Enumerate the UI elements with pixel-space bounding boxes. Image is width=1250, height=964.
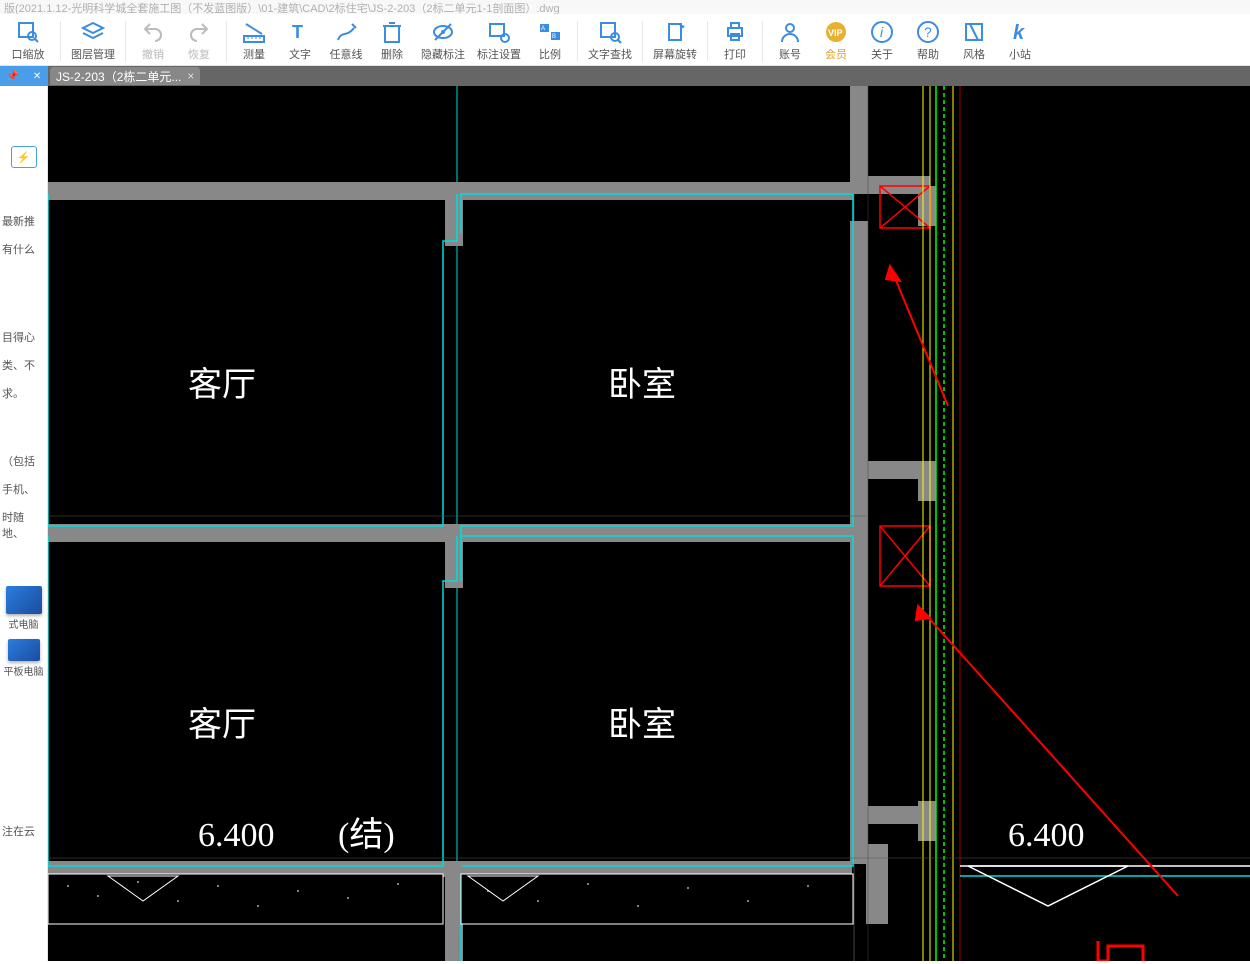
undo-icon bbox=[141, 20, 165, 44]
side-text: 注在云 bbox=[0, 818, 47, 846]
side-text: 时随地、 bbox=[0, 504, 47, 548]
style-button[interactable]: 风格 bbox=[951, 20, 997, 62]
layer-manage-button[interactable]: 图层管理 bbox=[65, 20, 121, 62]
device-label: 式电脑 bbox=[0, 616, 47, 631]
text-button[interactable]: T 文字 bbox=[277, 20, 323, 62]
svg-text:k: k bbox=[1013, 22, 1025, 44]
divider bbox=[125, 21, 126, 61]
side-text: （包括 bbox=[0, 448, 47, 476]
left-sidebar: ⚡ 最新推 有什么 目得心 类、不 求。 （包括 手机、 时随地、 式电脑 平板… bbox=[0, 86, 48, 961]
room-label-bed: 卧室 bbox=[608, 366, 676, 404]
side-text: 类、不 bbox=[0, 352, 47, 380]
palette-icon bbox=[962, 20, 986, 44]
zoom-icon bbox=[16, 20, 40, 44]
device-tablet-icon[interactable] bbox=[8, 639, 40, 661]
layers-icon bbox=[81, 20, 105, 44]
note-gear-icon bbox=[487, 20, 511, 44]
vip-icon: VIP bbox=[824, 20, 848, 44]
divider bbox=[762, 21, 763, 61]
drawing-svg: 客厅 卧室 客厅 卧室 6.400 (结) 6.400 bbox=[48, 86, 1250, 961]
svg-text:VIP: VIP bbox=[828, 28, 843, 38]
account-button[interactable]: 账号 bbox=[767, 20, 813, 62]
close-tab-icon[interactable]: × bbox=[187, 69, 194, 83]
dim-note: (结) bbox=[338, 816, 395, 854]
divider bbox=[226, 21, 227, 61]
svg-text:T: T bbox=[292, 22, 303, 42]
rotate-screen-button[interactable]: 屏幕旋转 bbox=[647, 20, 703, 62]
pin-icon: 📌 bbox=[7, 71, 19, 82]
redo-icon bbox=[187, 20, 211, 44]
hide-note-button[interactable]: 隐藏标注 bbox=[415, 20, 471, 62]
side-text: 有什么 bbox=[0, 236, 47, 264]
main-toolbar: 口缩放 图层管理 撤销 恢复 测量 T 文字 任意线 bbox=[0, 14, 1250, 66]
site-button[interactable]: k 小站 bbox=[997, 20, 1043, 62]
delete-icon bbox=[380, 20, 404, 44]
side-text: 最新推 bbox=[0, 208, 47, 236]
help-button[interactable]: ? 帮助 bbox=[905, 20, 951, 62]
room-label-bed: 卧室 bbox=[608, 706, 676, 744]
svg-text:A: A bbox=[541, 26, 545, 32]
dim-value: 6.400 bbox=[198, 817, 275, 854]
redo-button[interactable]: 恢复 bbox=[176, 20, 222, 62]
svg-text:i: i bbox=[880, 24, 884, 40]
divider bbox=[707, 21, 708, 61]
text-find-button[interactable]: 文字查找 bbox=[582, 20, 638, 62]
measure-button[interactable]: 测量 bbox=[231, 20, 277, 62]
eye-off-icon bbox=[431, 20, 455, 44]
svg-text:?: ? bbox=[924, 24, 932, 40]
pencil-icon bbox=[334, 20, 358, 44]
device-desktop-icon[interactable] bbox=[6, 586, 42, 614]
refresh-button[interactable]: ⚡ bbox=[11, 146, 37, 168]
window-title: 版(2021.1.12-光明科学城全套施工图（不发蓝图版）\01-建筑\CAD\… bbox=[0, 0, 1250, 14]
side-text: 求。 bbox=[0, 380, 47, 408]
device-label: 平板电脑 bbox=[0, 663, 47, 678]
file-tab-bar: JS-2-203（2栋二单元... × bbox=[48, 66, 1250, 86]
ruler-icon bbox=[242, 20, 266, 44]
divider bbox=[577, 21, 578, 61]
print-icon bbox=[723, 20, 747, 44]
side-text: 目得心 bbox=[0, 324, 47, 352]
undo-button[interactable]: 撤销 bbox=[130, 20, 176, 62]
print-button[interactable]: 打印 bbox=[712, 20, 758, 62]
divider bbox=[60, 21, 61, 61]
dim-value: 6.400 bbox=[1008, 817, 1085, 854]
room-label-living: 客厅 bbox=[188, 366, 256, 404]
note-settings-button[interactable]: 标注设置 bbox=[471, 20, 527, 62]
delete-button[interactable]: 删除 bbox=[369, 20, 415, 62]
text-icon: T bbox=[288, 20, 312, 44]
info-icon: i bbox=[870, 20, 894, 44]
user-icon bbox=[778, 20, 802, 44]
svg-text:B: B bbox=[552, 34, 556, 40]
rotate-icon bbox=[663, 20, 687, 44]
side-tab-pin[interactable]: 📌 ✕ bbox=[0, 66, 48, 86]
refresh-icon: ⚡ bbox=[17, 151, 31, 164]
k-icon: k bbox=[1008, 20, 1032, 44]
vip-button[interactable]: VIP 会员 bbox=[813, 20, 859, 62]
scale-button[interactable]: AB 比例 bbox=[527, 20, 573, 62]
freeline-button[interactable]: 任意线 bbox=[323, 20, 369, 62]
file-tab-label: JS-2-203（2栋二单元... bbox=[56, 68, 181, 85]
divider bbox=[642, 21, 643, 61]
zoom-window-button[interactable]: 口缩放 bbox=[0, 20, 56, 62]
room-label-living: 客厅 bbox=[188, 706, 256, 744]
file-tab[interactable]: JS-2-203（2栋二单元... × bbox=[50, 67, 200, 85]
search-text-icon bbox=[598, 20, 622, 44]
scale-icon: AB bbox=[538, 20, 562, 44]
help-icon: ? bbox=[916, 20, 940, 44]
side-text: 手机、 bbox=[0, 476, 47, 504]
close-icon[interactable]: ✕ bbox=[33, 71, 41, 82]
about-button[interactable]: i 关于 bbox=[859, 20, 905, 62]
cad-canvas[interactable]: 客厅 卧室 客厅 卧室 6.400 (结) 6.400 bbox=[48, 86, 1250, 961]
